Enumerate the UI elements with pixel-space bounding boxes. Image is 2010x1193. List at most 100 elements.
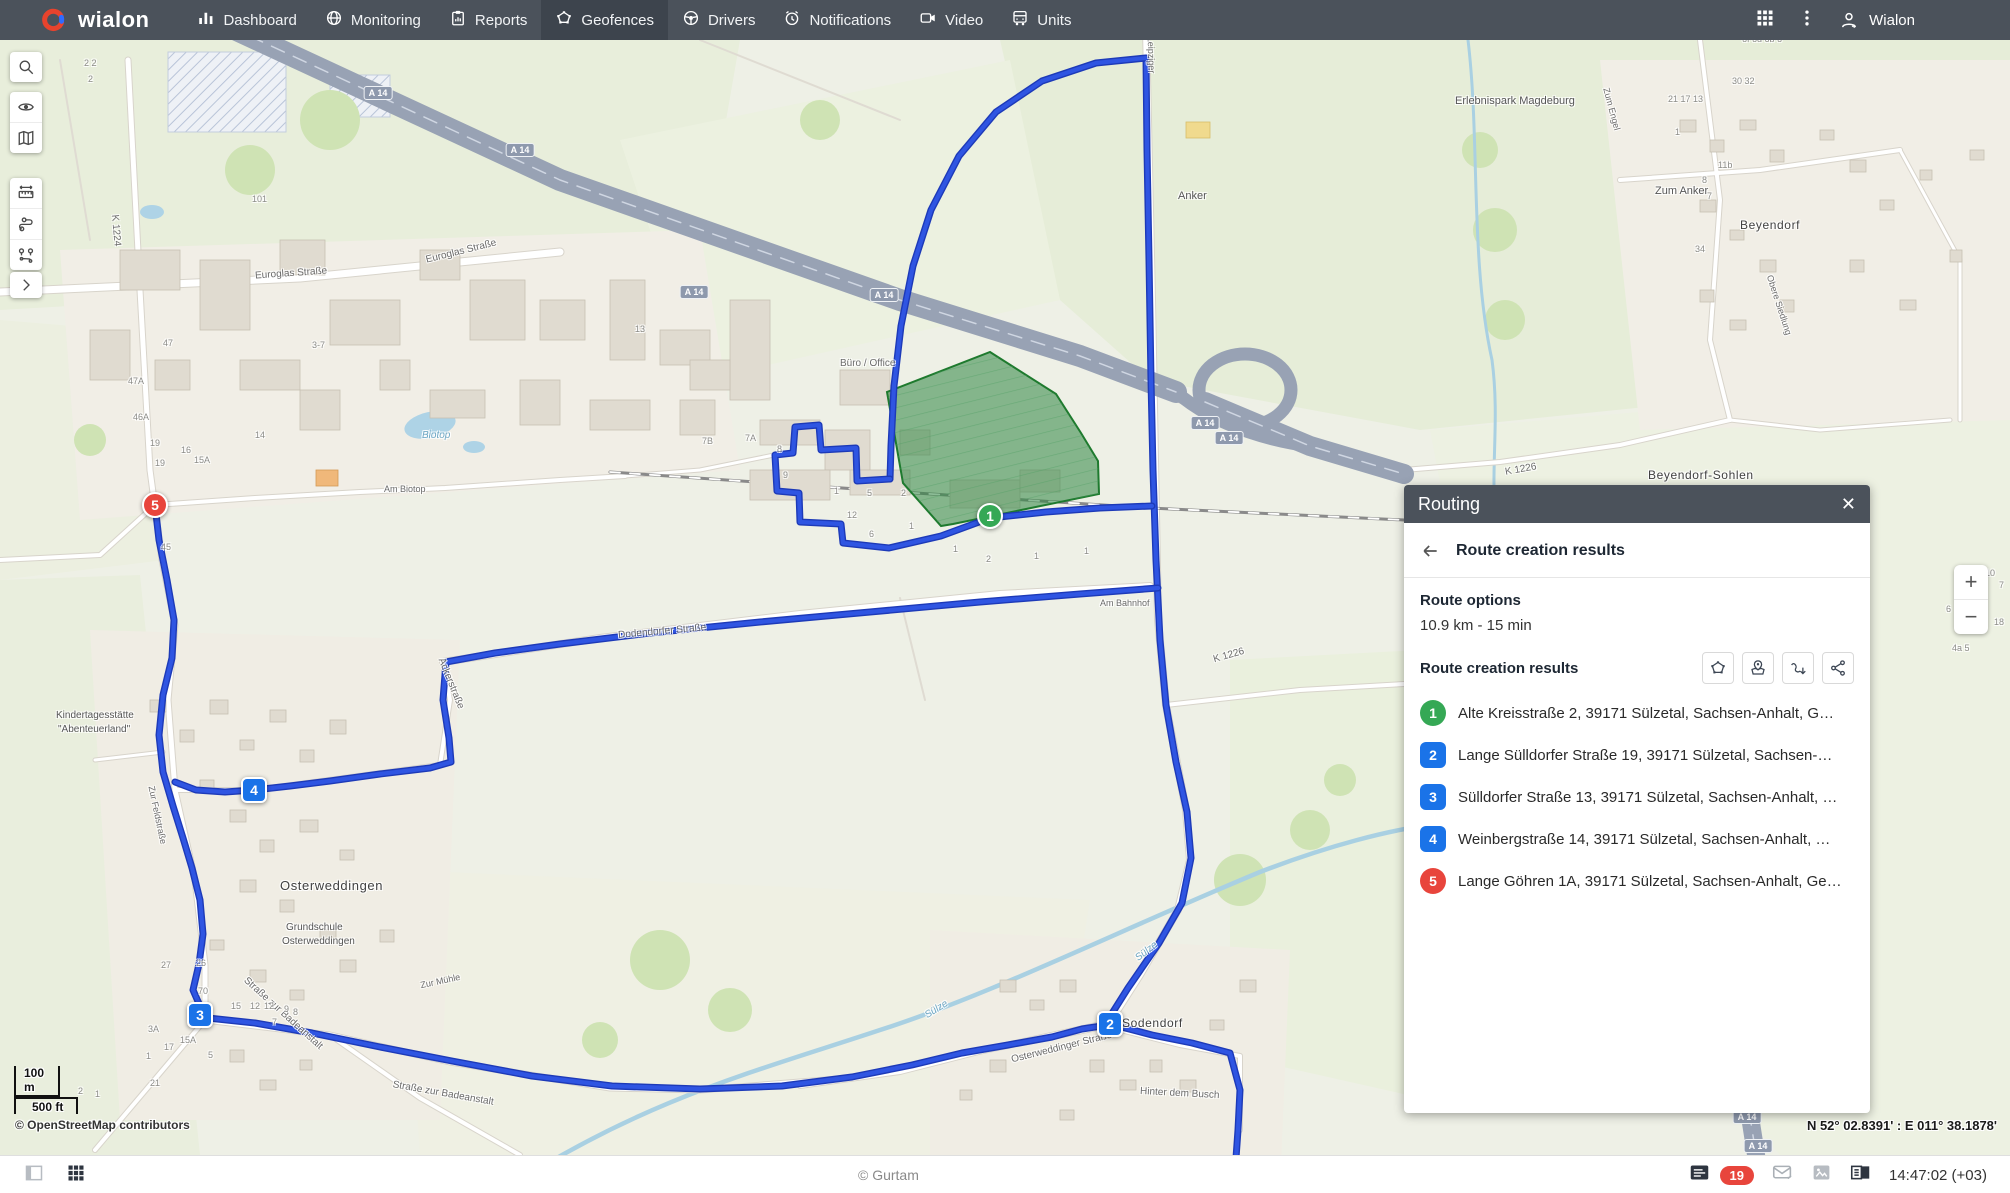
scale-imperial: 500 ft xyxy=(32,1100,64,1114)
app-window: A 14 A 14 A 14 A 14 A 14 A 14 A 14 A 14 Erlebnis… xyxy=(0,0,2010,1193)
notifications-icon xyxy=(783,9,801,31)
nav-item-drivers[interactable]: Drivers xyxy=(668,0,770,40)
stop-badge-3: 3 xyxy=(1420,784,1446,810)
route-marker-1[interactable]: 1 xyxy=(977,503,1003,529)
zoom-in-button[interactable]: + xyxy=(1954,565,1988,599)
nav-item-geofences[interactable]: Geofences xyxy=(541,0,668,40)
media-icon[interactable] xyxy=(1811,1162,1832,1188)
zoom-out-button[interactable]: − xyxy=(1954,599,1988,634)
layout-columns-icon[interactable] xyxy=(1850,1162,1871,1188)
wialon-logo-icon xyxy=(42,8,65,32)
reports-icon xyxy=(449,9,467,31)
drivers-icon xyxy=(682,9,700,31)
stop-badge-5: 5 xyxy=(1420,868,1446,894)
dashboard-icon xyxy=(197,9,215,31)
stop-badge-2: 2 xyxy=(1420,742,1446,768)
stop-row-5[interactable]: 5 Lange Göhren 1A, 39171 Sülzetal, Sachse… xyxy=(1420,860,1854,902)
notification-count-badge[interactable]: 19 xyxy=(1719,1165,1754,1185)
apps-grid-icon[interactable] xyxy=(1755,8,1775,33)
nav-item-notifications[interactable]: Notifications xyxy=(769,0,905,40)
stop-address: Lange Sülldorfer Straße 19, 39171 Sülzet… xyxy=(1458,746,1833,764)
panel-body: Route options 10.9 km - 15 min Route cre… xyxy=(1404,578,1870,916)
search-icon[interactable] xyxy=(10,52,42,82)
video-icon xyxy=(919,9,937,31)
nav-item-label: Units xyxy=(1037,11,1072,29)
results-label: Route creation results xyxy=(1420,659,1579,677)
geofences-icon xyxy=(555,9,573,31)
stop-badge-4: 4 xyxy=(1420,826,1446,852)
tool-group xyxy=(10,92,42,153)
stop-row-1[interactable]: 1 Alte Kreisstraße 2, 39171 Sülzetal, Sac… xyxy=(1420,692,1854,734)
route-marker-5[interactable]: 5 xyxy=(142,492,168,518)
user-menu[interactable]: Wialon xyxy=(1839,10,1915,30)
back-arrow-icon[interactable] xyxy=(1420,541,1440,561)
stop-address: Lange Göhren 1A, 39171 Sülzetal, Sachsen… xyxy=(1458,872,1842,890)
route-marker-4[interactable]: 4 xyxy=(241,777,267,803)
nav-item-label: Reports xyxy=(474,11,528,29)
close-icon[interactable]: ✕ xyxy=(1841,495,1856,513)
results-row: Route creation results xyxy=(1420,652,1854,684)
nav-item-label: Video xyxy=(945,11,984,29)
stop-address: Weinbergstraße 14, 39171 Sülzetal, Sachs… xyxy=(1458,830,1831,848)
wialon-logo[interactable]: wialon xyxy=(40,7,149,33)
user-icon xyxy=(1842,12,1857,29)
top-navbar: wialon Dashboard Monitoring Reports Geofenc… xyxy=(0,0,2010,40)
status-bar: © Gurtam 19 14:47:02 (+03) xyxy=(0,1155,2010,1193)
results-actions xyxy=(1702,652,1854,684)
nav-item-units[interactable]: Units xyxy=(997,0,1085,40)
stop-address: Sülldorfer Straße 13, 39171 Sülzetal, Sa… xyxy=(1458,788,1838,806)
stop-row-3[interactable]: 3 Sülldorfer Straße 13, 39171 Sülzetal, S… xyxy=(1420,776,1854,818)
routing-panel-header: Routing ✕ xyxy=(1404,485,1870,523)
nav-item-label: Drivers xyxy=(707,11,756,29)
navbar-right: Wialon xyxy=(1755,0,1915,40)
gurtam-copyright: © Gurtam xyxy=(858,1167,919,1183)
route-marker-2[interactable]: 2 xyxy=(1097,1011,1123,1037)
panel-subtitle: Route creation results xyxy=(1456,542,1625,559)
panel-toggle-icon[interactable] xyxy=(24,1163,44,1188)
eye-icon[interactable] xyxy=(10,92,42,122)
stops-list: 1 Alte Kreisstraße 2, 39171 Sülzetal, Sac… xyxy=(1420,692,1854,902)
nav-item-monitoring[interactable]: Monitoring xyxy=(311,0,435,40)
stop-row-4[interactable]: 4 Weinbergstraße 14, 39171 Sülzetal, Sach… xyxy=(1420,818,1854,860)
statusbar-right: 19 14:47:02 (+03) xyxy=(1689,1162,1987,1188)
map-icon[interactable] xyxy=(10,122,42,153)
tool-group xyxy=(10,272,42,298)
route-marker-3[interactable]: 3 xyxy=(187,1002,213,1028)
ruler-icon[interactable] xyxy=(10,178,42,208)
stop-row-2[interactable]: 2 Lange Sülldorfer Straße 19, 39171 Sülze… xyxy=(1420,734,1854,776)
clock-text: 14:47:02 (+03) xyxy=(1889,1166,1987,1184)
zoom-control: + − xyxy=(1954,565,1988,634)
geofence-action-icon[interactable] xyxy=(1702,652,1734,684)
route-s-icon[interactable] xyxy=(10,208,42,239)
stop-badge-1: 1 xyxy=(1420,700,1446,726)
routing-panel: Routing ✕ Route creation results Route o… xyxy=(1404,485,1870,1113)
nav-item-label: Geofences xyxy=(581,11,654,29)
bottom-apps-grid-icon[interactable] xyxy=(66,1163,86,1188)
cursor-coordinates: N 52° 02.8391' : E 011° 38.1878' xyxy=(1806,1118,1997,1133)
mail-icon[interactable] xyxy=(1772,1162,1793,1188)
nav-item-reports[interactable]: Reports xyxy=(435,0,542,40)
route-options-value: 10.9 km - 15 min xyxy=(1420,617,1532,634)
share-action-icon[interactable] xyxy=(1822,652,1854,684)
user-name: Wialon xyxy=(1869,11,1915,29)
nav-item-video[interactable]: Video xyxy=(905,0,997,40)
monitoring-icon xyxy=(325,9,343,31)
main-menu: Dashboard Monitoring Reports Geofences Drive… xyxy=(183,0,1085,40)
chevron-icon[interactable] xyxy=(10,272,42,298)
panel-title: Routing xyxy=(1418,493,1481,514)
statusbar-left xyxy=(24,1163,86,1188)
kebab-menu-icon[interactable] xyxy=(1797,8,1817,33)
stop-address: Alte Kreisstraße 2, 39171 Sülzetal, Sach… xyxy=(1458,704,1835,722)
nav-item-label: Monitoring xyxy=(350,11,421,29)
pin-action-icon[interactable] xyxy=(1742,652,1774,684)
route-options-label: Route options xyxy=(1420,592,1521,609)
messages-icon[interactable] xyxy=(1689,1162,1710,1188)
map-attribution: © OpenStreetMap contributors xyxy=(15,1118,190,1132)
route-down-action-icon[interactable] xyxy=(1782,652,1814,684)
nav-item-label: Dashboard xyxy=(223,11,297,29)
tool-group xyxy=(10,52,42,82)
panel-subheader: Route creation results xyxy=(1404,523,1870,578)
pins-icon[interactable] xyxy=(10,239,42,270)
nav-item-dashboard[interactable]: Dashboard xyxy=(183,0,310,40)
nav-item-label: Notifications xyxy=(809,11,892,29)
